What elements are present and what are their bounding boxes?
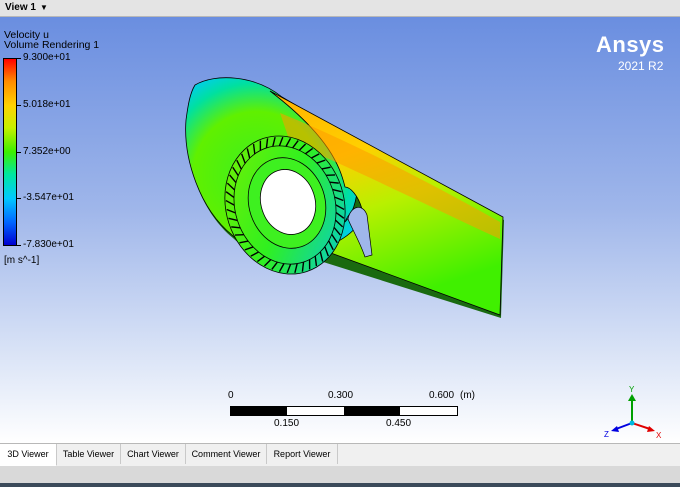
scale-label: 0.600 [429, 390, 455, 401]
caret-down-icon[interactable]: ▼ [40, 3, 48, 12]
axis-triad[interactable]: Y X Z [600, 385, 670, 445]
tab-comment-viewer[interactable]: Comment Viewer [186, 444, 267, 464]
scale-segment [231, 407, 287, 415]
viewer-tab-bar: 3D Viewer Table Viewer Chart Viewer Comm… [0, 443, 680, 466]
x-axis-label: X [656, 431, 662, 440]
scale-label: 0.150 [274, 418, 300, 429]
scale-unit: (m) [460, 390, 475, 401]
z-axis-label: Z [604, 430, 609, 439]
y-axis-label: Y [629, 385, 635, 394]
scale-label: 0.300 [328, 390, 354, 401]
scale-bar [230, 406, 458, 416]
scale-label: 0 [228, 390, 234, 401]
taskbar-edge [0, 483, 680, 487]
scale-segment [344, 407, 400, 415]
scale-label: 0.450 [386, 418, 412, 429]
z-axis-icon [615, 422, 633, 430]
tab-report-viewer[interactable]: Report Viewer [267, 444, 338, 464]
tab-table-viewer[interactable]: Table Viewer [57, 444, 121, 464]
view-toolbar: View 1 ▼ [0, 0, 680, 17]
x-axis-icon [631, 422, 651, 430]
volute-contour-plot[interactable] [0, 17, 680, 443]
view-selector-label[interactable]: View 1 [5, 2, 36, 13]
tab-chart-viewer[interactable]: Chart Viewer [121, 444, 186, 464]
tab-3d-viewer[interactable]: 3D Viewer [0, 444, 57, 466]
3d-viewport[interactable]: Velocity u Volume Rendering 1 9.300e+01 … [0, 17, 680, 443]
